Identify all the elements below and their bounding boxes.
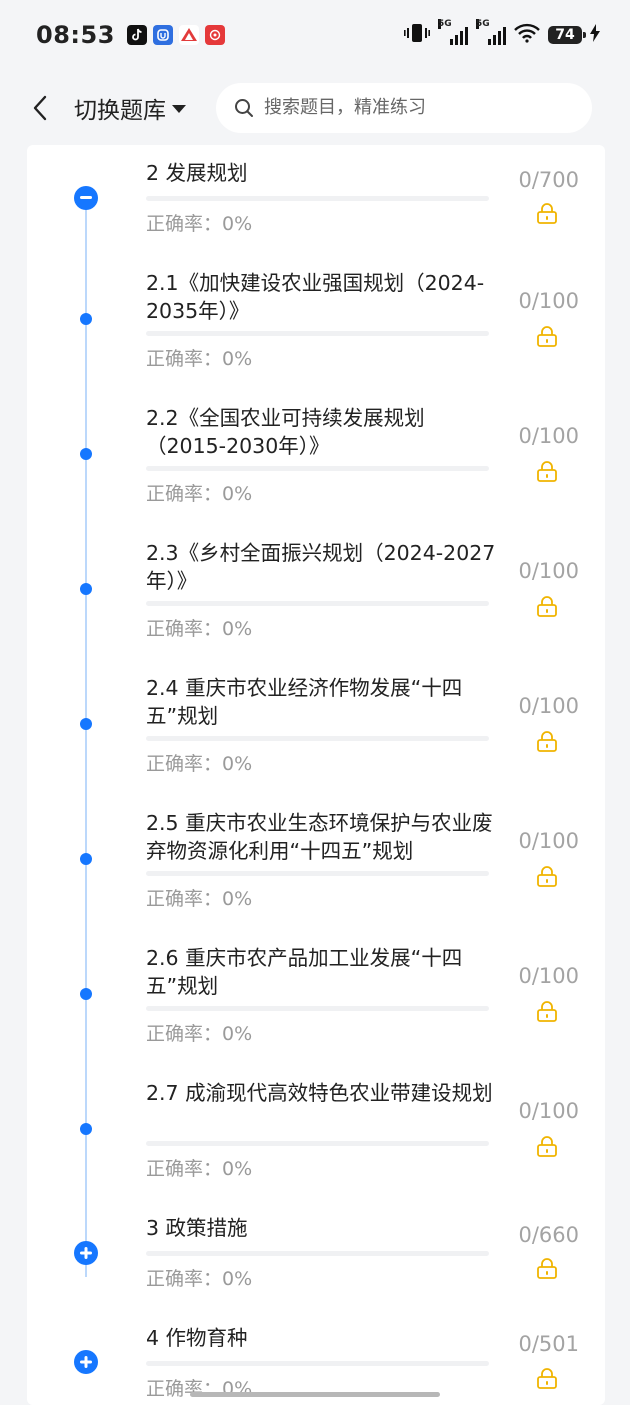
charging-icon [590,24,600,46]
lock-icon[interactable] [536,595,558,617]
battery-icon: 74 [548,26,586,44]
chapter-title: 4 作物育种 [146,1326,248,1350]
switch-bank-dropdown[interactable]: 切换题库 [74,91,186,125]
search-input[interactable] [262,96,566,119]
chapter-row-2-4[interactable]: 2.4 重庆市农业经济作物发展“十四五”规划 正确率：0% 0/100 [27,660,605,795]
progress-bar [146,1361,489,1366]
progress-bar [146,331,489,336]
accuracy-text: 正确率：0% [146,1023,253,1045]
signal-2-label: 5G [476,19,490,29]
accuracy-text: 正确率：0% [146,348,253,370]
chapter-row-3[interactable]: 3 政策措施 正确率：0% 0/660 [27,1200,605,1310]
lock-icon[interactable] [536,1257,558,1279]
progress-bar [146,1006,489,1011]
chapter-title: 2.5 重庆市农业生态环境保护与农业废弃物资源化利用“十四五”规划 [146,811,493,863]
signal-1-label: 5G [438,19,452,29]
expand-plus-icon[interactable] [74,1350,98,1374]
status-time: 08:53 [36,21,115,49]
lock-icon[interactable] [536,325,558,347]
chapter-row-2-5[interactable]: 2.5 重庆市农业生态环境保护与农业废弃物资源化利用“十四五”规划 正确率：0%… [27,795,605,930]
signal-icon-2: 5G [476,19,506,45]
expand-plus-icon[interactable] [74,1241,98,1265]
question-count: 0/501 [518,1332,579,1356]
collapse-minus-icon[interactable] [74,186,98,210]
signal-icon-1: 5G [438,19,468,45]
chapter-row-2-6[interactable]: 2.6 重庆市农产品加工业发展“十四五”规划 正确率：0% 0/100 [27,930,605,1065]
lock-icon[interactable] [536,865,558,887]
wifi-icon [514,23,540,47]
chapter-title: 2 发展规划 [146,161,248,185]
progress-bar [146,466,489,471]
accuracy-text: 正确率：0% [146,483,253,505]
tiktok-app-icon [126,25,147,45]
lock-icon[interactable] [536,1000,558,1022]
question-count: 0/100 [518,559,579,583]
chapter-row-4[interactable]: 4 作物育种 正确率：0% 0/501 [27,1310,605,1405]
status-left: 08:53 [36,21,225,49]
question-count: 0/660 [518,1223,579,1247]
timeline-dot [80,448,92,460]
chapter-row-2-3[interactable]: 2.3《乡村全面振兴规划（2024-2027年）》 正确率：0% 0/100 [27,525,605,660]
chapter-list-card: 2 发展规划 正确率：0% 0/700 2.1《加快建设农业强国规划（2024-… [27,145,605,1405]
switch-bank-label: 切换题库 [74,97,166,124]
timeline-dot [80,988,92,1000]
chapter-title: 2.4 重庆市农业经济作物发展“十四五”规划 [146,676,463,728]
progress-bar [146,736,489,741]
progress-bar [146,871,489,876]
triangle-app-icon [178,25,199,45]
chapter-title: 2.2《全国农业可持续发展规划（2015-2030年）》 [146,406,425,458]
chapter-title: 2.7 成渝现代高效特色农业带建设规划 [146,1081,493,1105]
question-count: 0/100 [518,1099,579,1123]
vibrate-icon [404,23,430,47]
accuracy-text: 正确率：0% [146,888,253,910]
search-icon [235,98,253,117]
lock-icon[interactable] [536,202,558,224]
status-right: 5G 5G 74 [404,19,600,47]
status-bar: 08:53 5G 5G 74 [0,0,630,70]
chapter-row-2-2[interactable]: 2.2《全国农业可持续发展规划（2015-2030年）》 正确率：0% 0/10… [27,390,605,525]
timeline-dot [80,583,92,595]
timeline-dot [80,1123,92,1135]
chapter-title: 2.3《乡村全面振兴规划（2024-2027年）》 [146,541,496,593]
progress-bar [146,196,489,201]
chevron-left-icon [33,95,47,120]
lock-icon[interactable] [536,730,558,752]
question-count: 0/700 [518,168,579,192]
chapter-title: 2.1《加快建设农业强国规划（2024-2035年）》 [146,271,485,323]
back-button[interactable] [24,88,56,128]
timeline-dot [80,313,92,325]
red-app-icon [204,25,225,45]
question-count: 0/100 [518,694,579,718]
u-app-icon [152,25,173,45]
accuracy-text: 正确率：0% [146,1158,253,1180]
lock-icon[interactable] [536,1367,558,1389]
chapter-row-2[interactable]: 2 发展规划 正确率：0% 0/700 [27,145,605,255]
progress-bar [146,1251,489,1256]
timeline-dot [80,718,92,730]
question-count: 0/100 [518,829,579,853]
progress-bar [146,601,489,606]
progress-bar [146,1141,489,1146]
caret-down-icon [172,104,186,113]
accuracy-text: 正确率：0% [146,753,253,775]
question-count: 0/100 [518,424,579,448]
header: 切换题库 [0,70,630,145]
chapter-row-2-7[interactable]: 2.7 成渝现代高效特色农业带建设规划 正确率：0% 0/100 [27,1065,605,1200]
chapter-row-2-1[interactable]: 2.1《加快建设农业强国规划（2024-2035年）》 正确率：0% 0/100 [27,255,605,390]
lock-icon[interactable] [536,1135,558,1157]
chapter-title: 2.6 重庆市农产品加工业发展“十四五”规划 [146,946,463,998]
question-count: 0/100 [518,289,579,313]
question-count: 0/100 [518,964,579,988]
search-box[interactable] [216,82,592,133]
timeline-dot [80,853,92,865]
accuracy-text: 正确率：0% [146,1268,253,1290]
lock-icon[interactable] [536,460,558,482]
accuracy-text: 正确率：0% [146,213,253,235]
accuracy-text: 正确率：0% [146,618,253,640]
chapter-title: 3 政策措施 [146,1216,248,1240]
home-indicator[interactable] [190,1392,440,1397]
